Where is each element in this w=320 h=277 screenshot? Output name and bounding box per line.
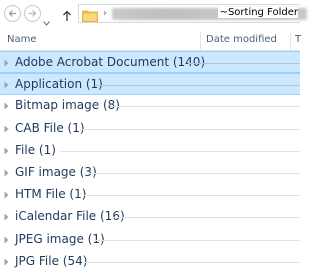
group-header-rule — [110, 106, 300, 108]
column-header-bar: Name Date modified T — [0, 30, 301, 51]
expand-chevron-icon[interactable] — [4, 81, 9, 89]
group-header-label: CAB File (1) — [15, 120, 85, 135]
expand-chevron-icon[interactable] — [4, 125, 9, 133]
group-header-row[interactable]: JPG File (54) — [0, 251, 300, 273]
expand-chevron-icon[interactable] — [4, 169, 9, 177]
back-arrow-icon — [8, 10, 16, 17]
group-header-rule — [60, 150, 300, 152]
expand-chevron-icon[interactable] — [4, 59, 9, 67]
breadcrumb-separator[interactable]: › — [103, 8, 107, 19]
group-header-rule — [112, 217, 300, 219]
column-divider[interactable] — [290, 31, 291, 50]
group-header-label: iCalendar File (16) — [15, 209, 125, 224]
group-header-label: JPEG image (1) — [15, 231, 105, 246]
group-header-rule — [96, 85, 300, 87]
group-list: Adobe Acrobat Document (140) Application … — [0, 51, 300, 273]
expand-chevron-icon[interactable] — [4, 147, 9, 155]
group-header-row[interactable]: CAB File (1) — [0, 118, 300, 140]
group-header-row[interactable]: Bitmap image (8) — [0, 95, 300, 117]
address-bar[interactable]: › ~Sorting Folder — [78, 4, 307, 26]
group-header-row[interactable]: HTM File (1) — [0, 184, 300, 206]
expand-chevron-icon[interactable] — [4, 213, 9, 221]
forward-button[interactable] — [24, 5, 41, 22]
group-header-label: GIF image (3) — [15, 164, 97, 179]
chevron-down-icon — [43, 21, 50, 26]
group-header-label: File (1) — [15, 142, 56, 157]
group-header-rule — [84, 261, 300, 263]
group-header-row[interactable]: Adobe Acrobat Document (140) — [0, 51, 300, 74]
group-header-rule — [88, 172, 300, 174]
up-button[interactable] — [62, 7, 72, 26]
back-button[interactable] — [4, 5, 21, 22]
expand-chevron-icon[interactable] — [4, 236, 9, 244]
group-header-row[interactable]: File (1) — [0, 140, 300, 162]
group-header-row[interactable]: Application (1) — [0, 73, 300, 96]
recent-locations-button[interactable] — [43, 11, 50, 30]
group-header-rule — [80, 128, 300, 130]
forward-arrow-icon — [29, 10, 37, 17]
expand-chevron-icon[interactable] — [4, 191, 9, 199]
breadcrumb-current-folder[interactable]: ~Sorting Folder — [217, 7, 298, 18]
group-header-label: HTM File (1) — [15, 187, 87, 202]
group-header-rule — [188, 63, 300, 64]
expand-chevron-icon[interactable] — [4, 102, 9, 110]
group-header-rule — [95, 239, 300, 241]
navigation-toolbar: › ~Sorting Folder — [0, 0, 307, 30]
group-header-row[interactable]: JPEG image (1) — [0, 229, 300, 251]
group-header-label: Bitmap image (8) — [15, 98, 120, 113]
group-header-label: JPG File (54) — [15, 253, 88, 268]
group-header-row[interactable]: iCalendar File (16) — [0, 206, 300, 228]
group-header-label: Application (1) — [15, 77, 103, 92]
group-header-row[interactable]: GIF image (3) — [0, 162, 300, 184]
folder-icon — [82, 7, 98, 26]
up-arrow-icon — [63, 10, 71, 21]
expand-chevron-icon[interactable] — [4, 258, 9, 266]
column-header-name[interactable]: Name — [7, 34, 37, 45]
group-header-label: Adobe Acrobat Document (140) — [15, 55, 206, 69]
column-header-type[interactable]: T — [295, 34, 301, 45]
group-header-rule — [84, 195, 300, 197]
column-divider[interactable] — [200, 31, 201, 50]
column-header-date-modified[interactable]: Date modified — [206, 34, 277, 45]
